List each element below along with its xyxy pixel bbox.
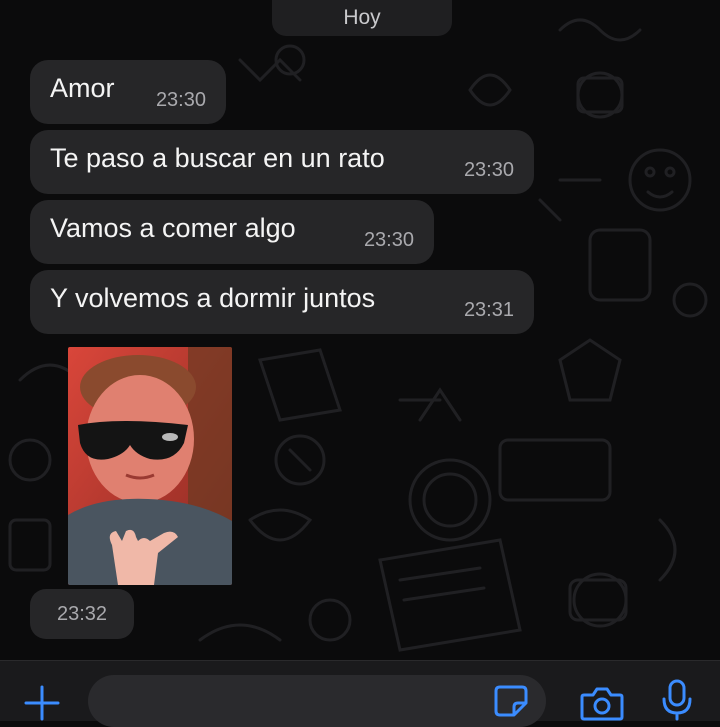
microphone-icon[interactable] [660, 679, 694, 721]
message-input-bar [0, 660, 720, 727]
message-bubble[interactable]: Vamos a comer algo 23:30 [30, 200, 434, 264]
message-time: 23:30 [155, 89, 206, 111]
message-time: 23:30 [463, 159, 514, 181]
message-bubble[interactable]: Y volvemos a dormir juntos 23:31 [30, 270, 534, 334]
camera-icon[interactable] [580, 685, 624, 721]
message-text: Vamos a comer algo [50, 213, 296, 243]
message-bubble[interactable]: Te paso a buscar en un rato 23:30 [30, 130, 534, 194]
message-bubble[interactable]: Amor 23:30 [30, 60, 226, 124]
message-text: Amor [50, 73, 115, 103]
message-input[interactable] [88, 675, 546, 727]
date-separator: Hoy [272, 0, 452, 36]
message-time: 23:30 [363, 229, 414, 251]
plus-icon[interactable] [22, 683, 62, 723]
sticker-icon[interactable] [494, 683, 528, 717]
message-text: Y volvemos a dormir juntos [50, 283, 376, 313]
photo-message[interactable] [68, 347, 232, 585]
message-text: Te paso a buscar en un rato [50, 143, 385, 173]
message-time: 23:31 [463, 299, 514, 321]
photo-message-time: 23:32 [30, 589, 134, 639]
